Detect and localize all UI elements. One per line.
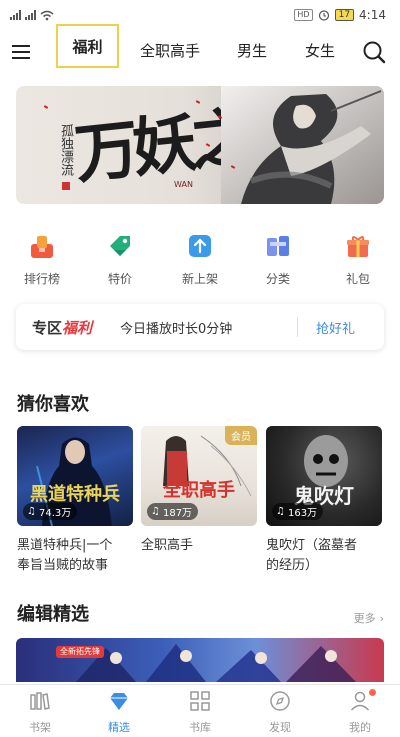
zone-title: 专区福利: [32, 318, 93, 337]
chevron-right-icon: ›: [379, 611, 384, 625]
book-cover: 全职高手 会员 ♫ 187万: [141, 426, 257, 526]
tab-library[interactable]: 书库: [170, 689, 230, 735]
library-grid-icon: [190, 691, 210, 711]
welfare-zone-strip: 专区福利 今日播放时长0分钟 抢好礼: [16, 304, 384, 350]
editor-pick-banner[interactable]: 全新拓先锋: [16, 638, 384, 682]
search-icon[interactable]: [362, 40, 386, 64]
banner-seal: [62, 182, 70, 190]
tab-quanzhi-gaoshou[interactable]: 全职高手: [140, 40, 200, 61]
signal-icon: [10, 10, 21, 20]
headphones-icon: ♫: [276, 506, 285, 517]
battery-icon: 17: [334, 9, 355, 21]
tab-profile[interactable]: 我的: [330, 689, 390, 735]
promo-banner[interactable]: 孤独漂流 万妖之祖 WAN: [16, 86, 384, 204]
upload-icon: [189, 235, 211, 257]
status-right: HD 17 4:14: [294, 8, 386, 22]
book-cover: 鬼吹灯 ♫ 163万: [266, 426, 382, 526]
category-gift[interactable]: 礼包: [328, 228, 388, 287]
section-title-guess: 猜你喜欢: [17, 394, 89, 415]
book-card[interactable]: 全职高手 会员 ♫ 187万 全职高手: [141, 426, 257, 556]
top-nav: 福利 全职高手 男生 女生: [0, 24, 400, 76]
play-count-badge: ♫ 163万: [272, 503, 324, 520]
grab-gift-button[interactable]: 抢好礼: [316, 318, 355, 337]
hd-badge: HD: [294, 9, 313, 21]
status-time: 4:14: [359, 8, 386, 22]
category-new-arrivals[interactable]: 新上架: [170, 228, 230, 287]
tab-male[interactable]: 男生: [237, 40, 267, 61]
status-left: [10, 10, 54, 21]
ranking-icon: [31, 236, 53, 258]
play-count-badge: ♫ 74.3万: [23, 503, 78, 520]
book-cover: 黑道特种兵 ♫ 74.3万: [17, 426, 133, 526]
headphones-icon: ♫: [151, 506, 160, 517]
price-tag-icon: [110, 236, 130, 256]
tab-female[interactable]: 女生: [305, 40, 335, 61]
zone-divider: [297, 317, 298, 337]
bookshelf-icon: [30, 692, 50, 710]
book-title: 全职高手: [141, 538, 194, 553]
tab-discover[interactable]: 发现: [250, 689, 310, 735]
book-card[interactable]: 黑道特种兵 ♫ 74.3万 黑道特种兵|一个 奉旨当贼的故事: [17, 426, 133, 576]
compass-icon: [270, 691, 290, 711]
category-classify[interactable]: 分类: [248, 228, 308, 287]
notification-dot: [369, 689, 376, 696]
more-link[interactable]: 更多 ›: [354, 610, 384, 626]
banner-subtitle: WAN: [174, 180, 193, 189]
listening-time-text: 今日播放时长0分钟: [120, 321, 233, 337]
category-special-price[interactable]: 特价: [90, 228, 150, 287]
alarm-icon: [318, 10, 329, 21]
cover-title: 全职高手: [163, 480, 235, 501]
gift-icon: [347, 236, 369, 257]
category-icon: [267, 236, 289, 256]
play-count-badge: ♫ 187万: [147, 503, 199, 520]
editor-banner-tag: 全新拓先锋: [56, 646, 104, 658]
section-title-editor: 编辑精选: [17, 604, 89, 625]
vip-badge: 会员: [225, 426, 257, 445]
diamond-icon: [110, 693, 128, 710]
signal-icon-2: [25, 10, 36, 20]
category-ranking[interactable]: 排行榜: [12, 228, 72, 287]
category-row: 排行榜 特价 新上架 分类 礼包: [0, 228, 400, 288]
book-title: 鬼吹灯（盗墓者 的经历）: [266, 538, 358, 573]
tab-featured[interactable]: 精选: [89, 689, 149, 735]
headphones-icon: ♫: [27, 506, 36, 517]
wifi-icon: [40, 10, 54, 20]
book-title: 黑道特种兵|一个 奉旨当贼的故事: [17, 538, 113, 573]
banner-character-illustration: [221, 86, 384, 204]
book-card[interactable]: 鬼吹灯 ♫ 163万 鬼吹灯（盗墓者 的经历）: [266, 426, 382, 576]
tab-welfare[interactable]: 福利: [56, 24, 119, 68]
bottom-tab-bar: 书架 精选 书库 发现 我的: [0, 684, 400, 737]
menu-icon[interactable]: [12, 41, 34, 63]
tab-bookshelf[interactable]: 书架: [10, 689, 70, 735]
